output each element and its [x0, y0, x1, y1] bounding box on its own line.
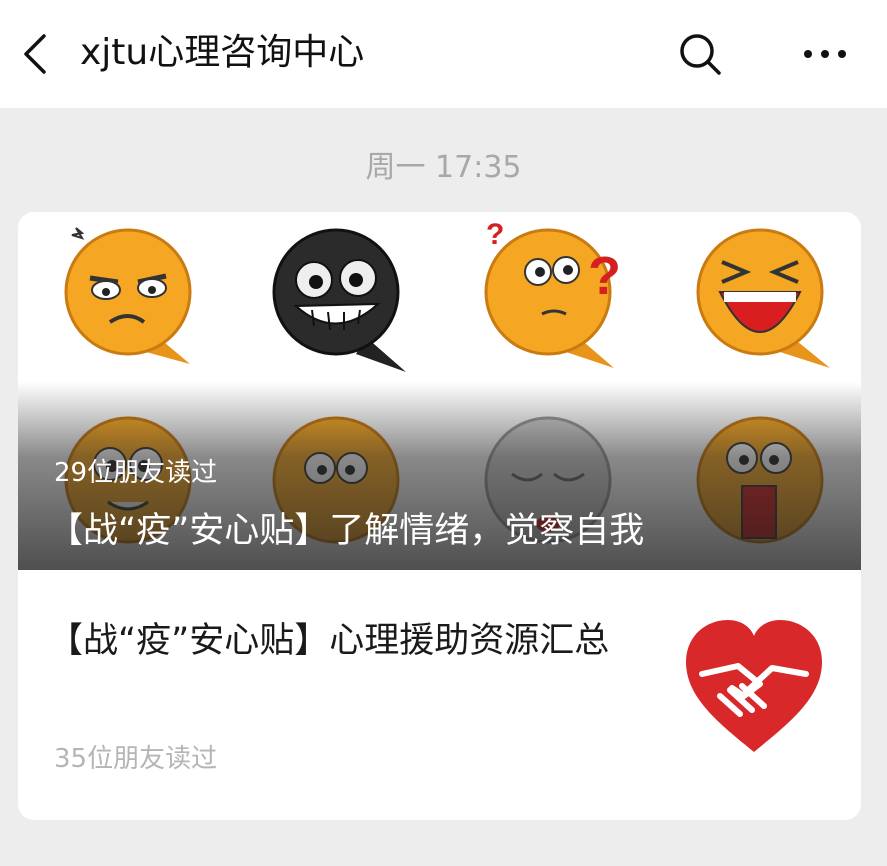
- page-title: xjtu心理咨询中心: [80, 32, 365, 73]
- message-timestamp: 周一 17:35: [365, 150, 522, 185]
- svg-text:?: ?: [486, 218, 504, 251]
- more-button[interactable]: [800, 38, 850, 70]
- back-icon: [24, 34, 46, 74]
- heart-handshake-icon: [686, 620, 822, 752]
- article-title: 【战“疫”安心贴】心理援助资源汇总: [48, 621, 610, 661]
- article-read-count: 35位朋友读过: [54, 744, 218, 774]
- svg-text:?: ?: [588, 246, 621, 306]
- cover-article-title: 【战“疫”安心贴】了解情绪，觉察自我: [48, 511, 645, 551]
- search-button[interactable]: [676, 30, 724, 78]
- cover-article[interactable]: ? ? 29位朋友读过 【战“疫”安心贴】了解情绪，觉察自我: [18, 212, 861, 570]
- search-icon: [680, 34, 721, 75]
- list-item[interactable]: 【战“疫”安心贴】心理援助资源汇总 35位朋友读过: [18, 570, 861, 820]
- top-bar: xjtu心理咨询中心: [0, 0, 887, 108]
- article-card: ? ? 29位朋友读过 【战“疫”安心贴】了解情绪，觉察自我 【战“疫”安心贴】…: [18, 212, 861, 820]
- more-icon: [804, 50, 846, 58]
- cover-read-count: 29位朋友读过: [54, 458, 218, 488]
- back-button[interactable]: [18, 32, 54, 76]
